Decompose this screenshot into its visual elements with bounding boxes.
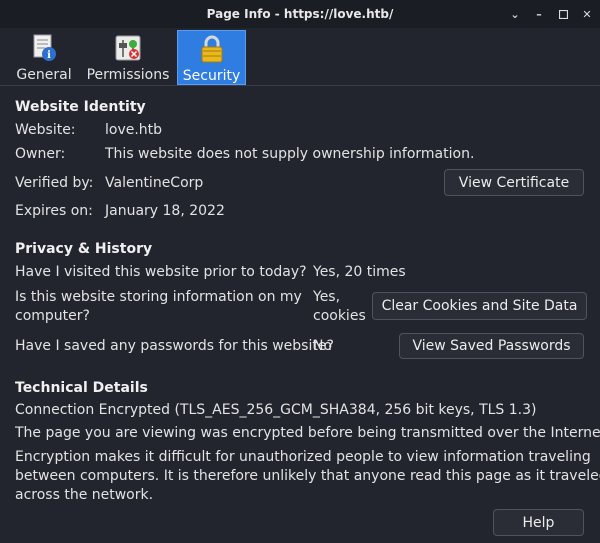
- owner-label: Owner:: [15, 146, 66, 162]
- maximize-icon[interactable]: [558, 8, 568, 20]
- storing-question-line1: Is this website storing information on m…: [15, 289, 302, 305]
- verified-by-label: Verified by:: [15, 175, 94, 191]
- encryption-text-line1: Encryption makes it difficult for unauth…: [15, 449, 591, 465]
- visited-answer: Yes, 20 times: [313, 264, 406, 280]
- permissions-toggle-icon: [115, 35, 141, 61]
- storing-question-line2: computer?: [15, 308, 90, 324]
- window-titlebar[interactable]: Page Info - https://love.htb/ ⌄ – ✕: [0, 0, 600, 28]
- help-button[interactable]: Help: [493, 509, 584, 536]
- tab-security[interactable]: Security: [177, 30, 246, 85]
- privacy-history-heading: Privacy & History: [15, 241, 153, 257]
- expires-value: January 18, 2022: [105, 203, 225, 219]
- technical-details-heading: Technical Details: [15, 380, 148, 396]
- view-saved-passwords-button[interactable]: View Saved Passwords: [399, 333, 584, 359]
- connection-encrypted-text: Connection Encrypted (TLS_AES_256_GCM_SH…: [15, 402, 537, 418]
- tab-toolbar: i General Permissions Security: [0, 28, 600, 86]
- clear-cookies-button[interactable]: Clear Cookies and Site Data: [372, 292, 587, 320]
- minimize-icon[interactable]: –: [534, 8, 544, 21]
- tab-permissions-label: Permissions: [86, 67, 170, 83]
- storing-answer-line2: cookies: [313, 308, 366, 324]
- transmission-text: The page you are viewing was encrypted b…: [15, 425, 600, 441]
- padlock-icon: [201, 35, 222, 63]
- tab-permissions[interactable]: Permissions: [86, 30, 170, 85]
- passwords-question: Have I saved any passwords for this webs…: [15, 338, 334, 354]
- view-certificate-button[interactable]: View Certificate: [444, 169, 584, 196]
- storing-answer-line1: Yes,: [313, 289, 341, 305]
- tab-security-label: Security: [182, 68, 241, 84]
- expires-label: Expires on:: [15, 203, 93, 219]
- website-label: Website:: [15, 122, 76, 138]
- close-icon[interactable]: ✕: [582, 8, 592, 21]
- encryption-text-line2: between computers. It is therefore unlik…: [15, 468, 600, 484]
- tab-general-label: General: [16, 67, 72, 83]
- tab-general[interactable]: i General: [14, 30, 74, 85]
- window-controls: ⌄ – ✕: [510, 0, 592, 28]
- window-title: Page Info - https://love.htb/: [206, 7, 394, 21]
- verified-by-value: ValentineCorp: [105, 175, 204, 191]
- document-info-icon: i: [33, 34, 56, 61]
- owner-value: This website does not supply ownership i…: [105, 146, 475, 162]
- website-identity-heading: Website Identity: [15, 99, 146, 115]
- passwords-answer: No: [313, 338, 333, 354]
- website-value: love.htb: [105, 122, 163, 138]
- visited-question: Have I visited this website prior to tod…: [15, 264, 307, 280]
- encryption-text-line3: across the network.: [15, 487, 154, 503]
- chevron-down-icon[interactable]: ⌄: [510, 8, 520, 21]
- svg-text:i: i: [47, 50, 51, 61]
